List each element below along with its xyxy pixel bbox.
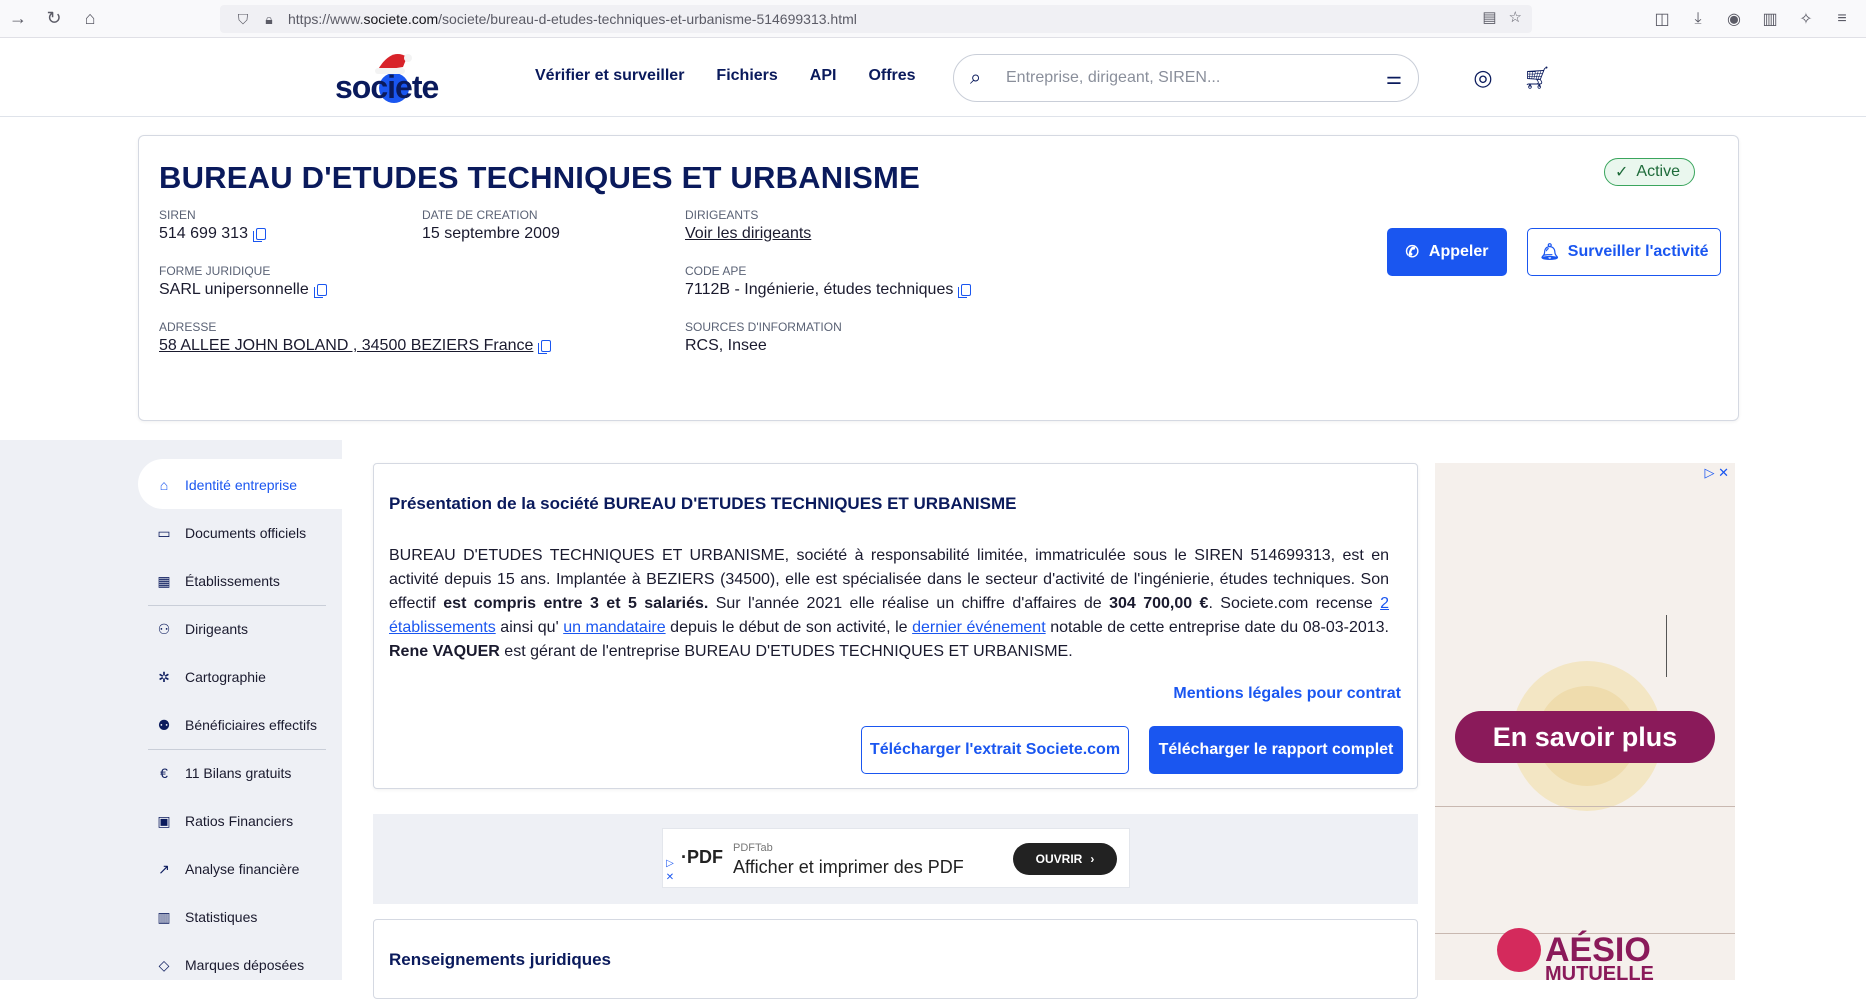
field-ape: CODE APE 7112B - Ingénierie, études tech… [685,264,972,299]
bookmark-star-icon[interactable]: ☆ [1509,8,1522,26]
copy-adresse-icon[interactable] [538,340,552,354]
mentions-legales-link[interactable]: Mentions légales pour contrat [1173,685,1401,703]
sidebar-item-ratios[interactable]: ▣ Ratios Financiers [155,809,293,833]
copy-siren-icon[interactable] [252,228,266,242]
pdf-ad-logo: ·PDF [681,847,723,867]
sidebar-item-documents[interactable]: ▭ Documents officiels [155,521,306,545]
home-icon[interactable]: ⌂ [72,0,108,38]
sidebar-toggle-icon[interactable]: ▥ [1754,9,1786,29]
nav-offres[interactable]: Offres [868,67,915,85]
field-forme: FORME JURIDIQUE SARL unipersonnelle [159,264,327,299]
account-icon[interactable]: ◉ [1718,9,1750,29]
nav-api[interactable]: API [810,67,837,85]
extensions-icon[interactable]: ✧ [1790,9,1822,29]
lock-icon: 🔒︎ [265,10,273,27]
group-icon: ⚉ [157,716,171,733]
pocket-icon[interactable]: ◫ [1646,9,1678,29]
search-input[interactable] [1006,69,1366,87]
search-icon[interactable]: ⌕ [970,67,994,90]
company-card: BUREAU D'ETUDES TECHNIQUES ET URBANISME … [138,135,1739,421]
company-name: BUREAU D'ETUDES TECHNIQUES ET URBANISME [159,160,920,195]
search-box: ⌕ ⚌ [953,54,1419,102]
field-adresse: ADRESSE 58 ALLEE JOHN BOLAND , 34500 BEZ… [159,320,552,355]
juridique-card: Renseignements juridiques [373,919,1418,999]
field-creation: DATE DE CREATION 15 septembre 2009 [422,208,560,242]
building-icon: ▦ [157,572,171,589]
pdf-ad[interactable]: ▷ ✕ ·PDF PDFTab Afficher et imprimer des … [662,828,1130,888]
logo-text: societe [335,69,439,105]
juridique-title: Renseignements juridiques [389,950,611,969]
check-icon: ✓ [1615,164,1629,181]
folder-icon: ▭ [157,524,171,541]
presentation-card: Présentation de la société BUREAU D'ETUD… [373,463,1418,789]
sidebar-item-dirigeants[interactable]: ⚇ Dirigeants [155,617,248,641]
nav-fichiers[interactable]: Fichiers [716,67,777,85]
watch-activity-button[interactable]: 🔔︎ Surveiller l'activité [1527,228,1721,276]
brand-logo-icon [1497,928,1541,972]
back-icon[interactable]: → [0,0,36,38]
user-account-icon[interactable]: ◎ [1470,65,1496,91]
home-icon: ⌂ [159,477,169,493]
sidebar-item-analyse[interactable]: ↗ Analyse financière [155,857,299,881]
reload-icon[interactable]: ↻ [36,0,72,38]
euro-icon: € [160,765,168,781]
sidebar-item-marques[interactable]: ◇ Marques déposées [155,953,304,977]
download-extrait-button[interactable]: Télécharger l'extrait Societe.com [861,726,1129,774]
trend-icon: ↗ [158,860,170,877]
filter-icon[interactable]: ⚌ [1386,68,1402,89]
presentation-title: Présentation de la société BUREAU D'ETUD… [389,494,1017,513]
field-siren: SIREN 514 699 313 [159,208,266,243]
side-ad[interactable]: ▷ ✕ En savoir plus AÉSIO MUTUELLE [1435,463,1735,980]
browser-toolbar: → ↻ ⌂ ⛉ 🔒︎ https://www.societe.com/socie… [0,0,1866,38]
dirigeants-link[interactable]: Voir les dirigeants [685,225,811,243]
calculator-icon: ▣ [157,812,171,829]
shield-icon[interactable]: ⛉ [230,11,256,28]
download-rapport-button[interactable]: Télécharger le rapport complet [1149,726,1403,774]
dernier-evenement-link[interactable]: dernier événement [912,619,1046,636]
main-nav: Vérifier et surveiller Fichiers API Offr… [535,67,916,85]
copy-ape-icon[interactable] [958,284,972,298]
sidebar-item-bilans[interactable]: € 11 Bilans gratuits [155,761,291,785]
ad-close-icon[interactable]: ▷ ✕ [1704,465,1729,481]
nav-verifier[interactable]: Vérifier et surveiller [535,67,684,85]
sidebar-item-identite[interactable]: ⌂ Identité entreprise [155,473,297,497]
sidebar-divider [148,749,326,750]
sidebar-item-etablissements[interactable]: ▦ Établissements [155,569,280,593]
sidebar-item-cartographie[interactable]: ✲ Cartographie [155,665,266,689]
url-text: https://www.societe.com/societe/bureau-d… [288,11,857,27]
bell-icon: 🔔︎ [1539,244,1560,261]
status-badge: ✓ Active [1604,158,1695,186]
call-button[interactable]: ✆ Appeler [1387,228,1507,276]
network-icon: ✲ [158,668,170,685]
ad-band: ▷ ✕ ·PDF PDFTab Afficher et imprimer des … [373,814,1418,904]
mandataire-link[interactable]: un mandataire [563,619,665,636]
sidebar-divider [148,605,326,606]
reader-view-icon[interactable]: ▤ [1482,8,1496,26]
field-dirigeants: DIRIGEANTS Voir les dirigeants [685,208,812,243]
site-header: societe Vérifier et surveiller Fichiers … [0,39,1866,117]
adresse-link[interactable]: 58 ALLEE JOHN BOLAND , 34500 BEZIERS Fra… [159,337,533,355]
cart-icon[interactable]: 🛒︎ [1523,65,1551,91]
copy-forme-icon[interactable] [313,284,327,298]
main-content: Présentation de la société BUREAU D'ETUD… [373,440,1418,999]
people-icon: ⚇ [157,620,171,637]
ad-choices-icon[interactable]: ▷ ✕ [663,857,677,889]
chevron-right-icon: › [1090,852,1095,866]
url-bar[interactable]: ⛉ 🔒︎ https://www.societe.com/societe/bur… [220,5,1532,33]
ad-cta-button[interactable]: En savoir plus [1455,711,1715,763]
sidebar-item-statistiques[interactable]: ▥ Statistiques [155,905,257,929]
phone-icon: ✆ [1405,244,1419,261]
pdf-ad-open-button[interactable]: OUVRIR › [1013,843,1117,875]
presentation-text: BUREAU D'ETUDES TECHNIQUES ET URBANISME,… [389,547,1390,660]
tag-icon: ◇ [158,956,170,973]
sidebar-item-beneficiaires[interactable]: ⚉ Bénéficiaires effectifs [155,713,317,737]
field-sources: SOURCES D'INFORMATION RCS, Insee [685,320,842,354]
download-icon[interactable]: ⤓ [1682,10,1714,28]
menu-icon[interactable]: ≡ [1826,10,1858,28]
chart-icon: ▥ [157,908,171,925]
site-logo[interactable]: societe [335,47,465,109]
